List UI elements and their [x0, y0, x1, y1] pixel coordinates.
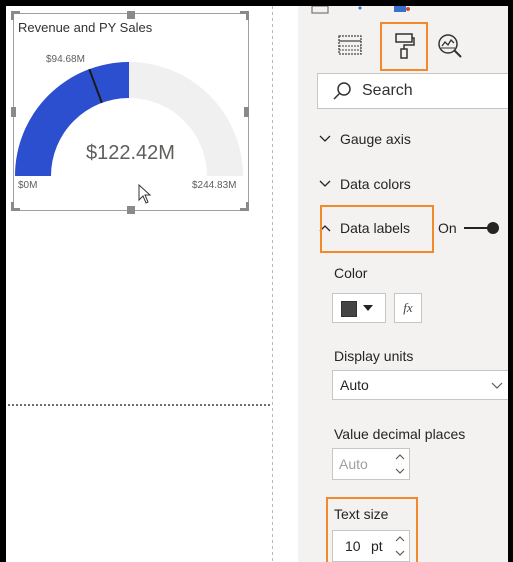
text-size-value: 10 — [345, 538, 361, 554]
display-units-dropdown[interactable]: Auto — [332, 370, 508, 400]
screen-border-right — [508, 0, 513, 562]
decimal-places-label: Value decimal places — [334, 426, 466, 442]
resize-corner-br[interactable] — [240, 202, 249, 211]
visual-title: Revenue and PY Sales — [18, 20, 153, 35]
resize-handle-left[interactable] — [11, 107, 16, 117]
gauge-min-label: $0M — [18, 180, 38, 191]
paint-roller-icon — [395, 33, 415, 59]
text-size-label: Text size — [334, 506, 389, 522]
display-units-value: Auto — [340, 377, 369, 393]
chevron-up-icon — [319, 225, 331, 232]
resize-handle-bottom[interactable] — [127, 206, 135, 214]
resize-corner-bl[interactable] — [11, 202, 20, 211]
chevron-down-icon — [491, 382, 503, 389]
section-data-colors[interactable]: Data colors — [318, 169, 411, 199]
canvas-page-edge-horizontal — [8, 404, 272, 406]
gauge-target-label: $94.68M — [46, 54, 85, 65]
gauge-value-label: $122.42M — [86, 142, 175, 164]
search-box[interactable]: Search — [317, 73, 508, 109]
color-picker-button[interactable] — [332, 293, 386, 323]
decimal-places-input[interactable]: Auto — [332, 448, 410, 480]
resize-corner-tr[interactable] — [240, 11, 249, 20]
chevron-down-icon — [319, 180, 331, 187]
data-labels-toggle-label: On — [438, 220, 457, 236]
section-gauge-axis-label: Gauge axis — [340, 131, 411, 147]
color-label: Color — [334, 265, 368, 281]
tab-format[interactable] — [384, 26, 424, 66]
canvas-page-edge-vertical — [272, 6, 273, 562]
resize-corner-tl[interactable] — [11, 11, 20, 20]
table-icon — [338, 35, 362, 55]
color-swatch — [341, 301, 357, 317]
section-data-labels[interactable]: Data labels — [318, 213, 410, 243]
mouse-cursor-icon — [138, 184, 152, 204]
magnifier-chart-icon — [438, 34, 462, 58]
gauge-visual[interactable]: Revenue and PY Sales $94.68M $122.42M $0… — [13, 13, 249, 211]
caret-down-icon — [363, 305, 373, 311]
tab-analytics[interactable] — [430, 26, 470, 66]
chevron-down-icon — [319, 135, 331, 142]
spinner-arrows-icon[interactable] — [395, 535, 405, 557]
text-size-unit: pt — [371, 538, 383, 554]
tab-fields[interactable] — [330, 26, 370, 66]
text-size-input[interactable]: 10 pt — [332, 530, 410, 562]
section-data-labels-label: Data labels — [340, 220, 411, 236]
decimal-places-value: Auto — [339, 456, 368, 472]
fx-button[interactable]: fx — [394, 293, 422, 323]
spinner-arrows-icon[interactable] — [395, 453, 405, 475]
visualizations-pane: Search Gauge axis Data colors Data label… — [298, 6, 508, 562]
pane-tabs — [298, 18, 508, 66]
data-labels-toggle[interactable] — [462, 220, 502, 236]
gauge-max-label: $244.83M — [192, 180, 237, 191]
display-units-label: Display units — [334, 348, 414, 364]
resize-handle-top[interactable] — [127, 11, 135, 19]
search-input[interactable]: Search — [362, 82, 413, 100]
search-icon — [333, 82, 351, 100]
visual-types-row-partial — [311, 6, 410, 14]
section-gauge-axis[interactable]: Gauge axis — [318, 124, 411, 154]
section-data-colors-label: Data colors — [340, 176, 411, 192]
resize-handle-right[interactable] — [244, 107, 249, 117]
